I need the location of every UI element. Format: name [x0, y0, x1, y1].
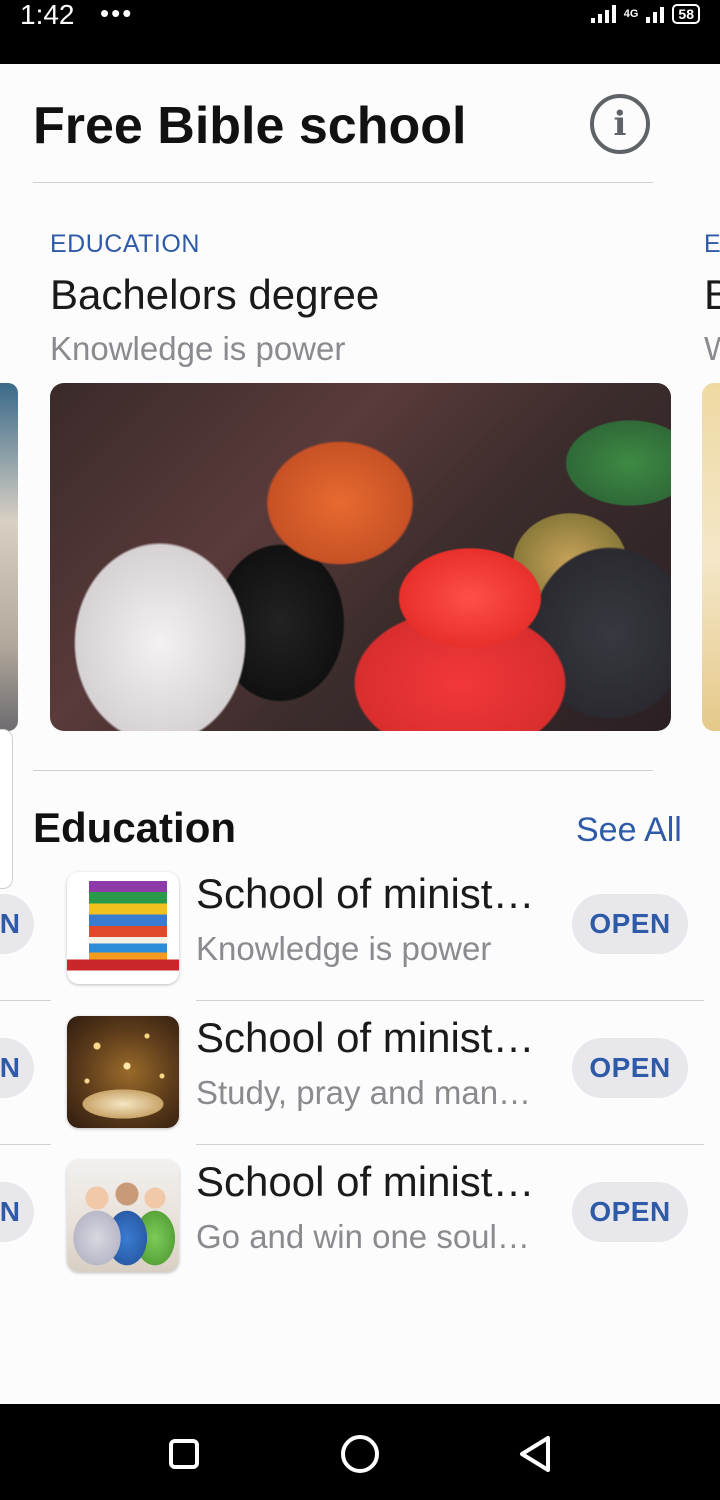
- next-card-category: E: [704, 230, 720, 258]
- row-divider: [196, 1144, 704, 1145]
- app-subtitle: Go and win one soul…: [196, 1218, 530, 1255]
- featured-image[interactable]: [50, 383, 671, 731]
- battery-icon: 58: [672, 4, 700, 24]
- open-button[interactable]: OPEN: [572, 1182, 688, 1242]
- info-icon: i: [613, 104, 627, 144]
- app-title: School of minist…: [196, 1158, 535, 1205]
- header-divider: [33, 182, 653, 183]
- next-card-title: B: [704, 271, 720, 318]
- status-time: 1:42: [20, 0, 75, 30]
- app-subtitle: Study, pray and man…: [196, 1074, 532, 1111]
- signal-icon-2: [646, 5, 665, 23]
- app-subtitle: Knowledge is power: [196, 930, 492, 967]
- previous-card-image[interactable]: [0, 383, 18, 731]
- list-item[interactable]: N School of minist… Study, pray and man……: [0, 1008, 720, 1152]
- next-card-subtitle: W: [704, 330, 720, 367]
- status-bar: 1:42 ••• 4G 58: [0, 0, 720, 64]
- featured-subtitle: Knowledge is power: [50, 330, 346, 367]
- section-divider: [33, 770, 653, 771]
- featured-title: Bachelors degree: [50, 271, 380, 318]
- home-button[interactable]: [338, 1432, 382, 1476]
- list-item[interactable]: N School of minist… Go and win one soul……: [0, 1152, 720, 1296]
- page-title: Free Bible school: [33, 97, 467, 155]
- home-icon: [341, 1435, 379, 1473]
- next-card-image[interactable]: [702, 383, 720, 731]
- featured-card[interactable]: EDUCATION Bachelors degree Knowledge is …: [50, 224, 672, 731]
- list-item[interactable]: N School of minist… Knowledge is power O…: [0, 864, 720, 1008]
- navigation-bar: [0, 1404, 720, 1500]
- previous-open-button[interactable]: N: [0, 1038, 34, 1098]
- info-button[interactable]: i: [590, 94, 650, 154]
- previous-open-button[interactable]: N: [0, 894, 34, 954]
- network-type: 4G: [623, 7, 639, 20]
- recents-button[interactable]: [162, 1432, 206, 1476]
- featured-category: EDUCATION: [50, 230, 200, 258]
- signal-icon: [590, 5, 616, 23]
- notification-dots-icon: •••: [100, 0, 134, 28]
- app-screen: Free Bible school i EDUCATION Bachelors …: [0, 64, 720, 1404]
- back-button[interactable]: [514, 1432, 558, 1476]
- row-divider-left: [0, 1000, 51, 1001]
- row-divider-left: [0, 1144, 51, 1145]
- books-icon: [67, 872, 179, 984]
- back-icon: [520, 1436, 550, 1472]
- open-button[interactable]: OPEN: [572, 894, 688, 954]
- open-button[interactable]: OPEN: [572, 1038, 688, 1098]
- app-title: School of minist…: [196, 1014, 535, 1061]
- row-divider: [196, 1000, 704, 1001]
- status-indicators: 4G 58: [590, 4, 700, 24]
- section-title: Education: [33, 804, 237, 851]
- recents-icon: [169, 1439, 199, 1469]
- bible-icon: [67, 1016, 179, 1128]
- app-title: School of minist…: [196, 870, 535, 917]
- previous-open-button[interactable]: N: [0, 1182, 34, 1242]
- see-all-link[interactable]: See All: [576, 808, 682, 852]
- children-reading-icon: [67, 1160, 179, 1272]
